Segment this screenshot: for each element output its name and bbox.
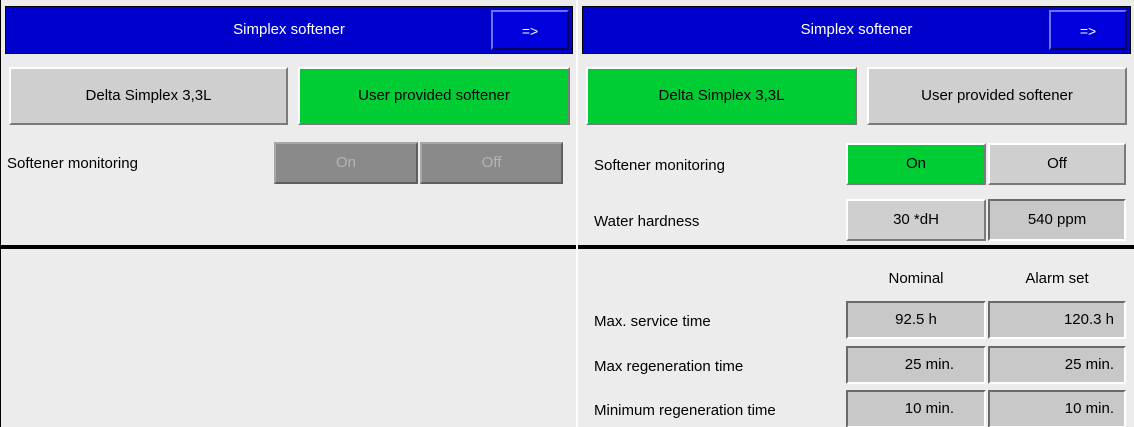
hardness-ppm-field[interactable]: 540 ppm — [988, 199, 1126, 241]
next-arrow-button[interactable]: => — [1049, 10, 1127, 50]
min-regeneration-time-label: Minimum regeneration time — [594, 402, 776, 419]
delta-simplex-button[interactable]: Delta Simplex 3,3L — [9, 67, 288, 125]
monitoring-on-button[interactable]: On — [846, 143, 986, 185]
user-provided-softener-button[interactable]: User provided softener — [867, 67, 1127, 125]
min-regeneration-time-nominal-field[interactable]: 10 min. — [846, 390, 986, 427]
title-bar: Simplex softener => — [582, 6, 1131, 54]
user-provided-softener-button[interactable]: User provided softener — [298, 67, 570, 125]
max-service-time-nominal-field[interactable]: 92.5 h — [846, 301, 986, 339]
next-arrow-button[interactable]: => — [491, 10, 569, 50]
max-regeneration-time-alarm-field[interactable]: 25 min. — [988, 346, 1126, 384]
nominal-column-header: Nominal — [888, 270, 944, 287]
max-regeneration-time-label: Max regeneration time — [594, 358, 744, 375]
title-bar: Simplex softener => — [5, 6, 573, 54]
alarm-set-column-header: Alarm set — [1025, 270, 1089, 287]
section-divider — [1, 245, 576, 249]
panel-title: Simplex softener — [800, 21, 913, 38]
max-regeneration-time-nominal-field[interactable]: 25 min. — [846, 346, 986, 384]
water-hardness-label: Water hardness — [594, 213, 700, 230]
panel-title: Simplex softener — [233, 21, 345, 38]
max-service-time-label: Max. service time — [594, 313, 711, 330]
right-panel: Simplex softener => Delta Simplex 3,3L U… — [578, 0, 1134, 427]
min-regeneration-time-alarm-field[interactable]: 10 min. — [988, 390, 1126, 427]
hardness-dh-button[interactable]: 30 *dH — [846, 199, 986, 241]
softener-monitoring-label: Softener monitoring — [594, 157, 725, 174]
max-service-time-alarm-field[interactable]: 120.3 h — [988, 301, 1126, 339]
monitoring-off-button[interactable]: Off — [420, 142, 563, 184]
left-panel: Simplex softener => Delta Simplex 3,3L U… — [0, 0, 576, 427]
monitoring-off-button[interactable]: Off — [988, 143, 1126, 185]
section-divider — [578, 245, 1134, 249]
delta-simplex-button[interactable]: Delta Simplex 3,3L — [586, 67, 857, 125]
monitoring-on-button[interactable]: On — [274, 142, 418, 184]
softener-monitoring-label: Softener monitoring — [7, 155, 138, 172]
